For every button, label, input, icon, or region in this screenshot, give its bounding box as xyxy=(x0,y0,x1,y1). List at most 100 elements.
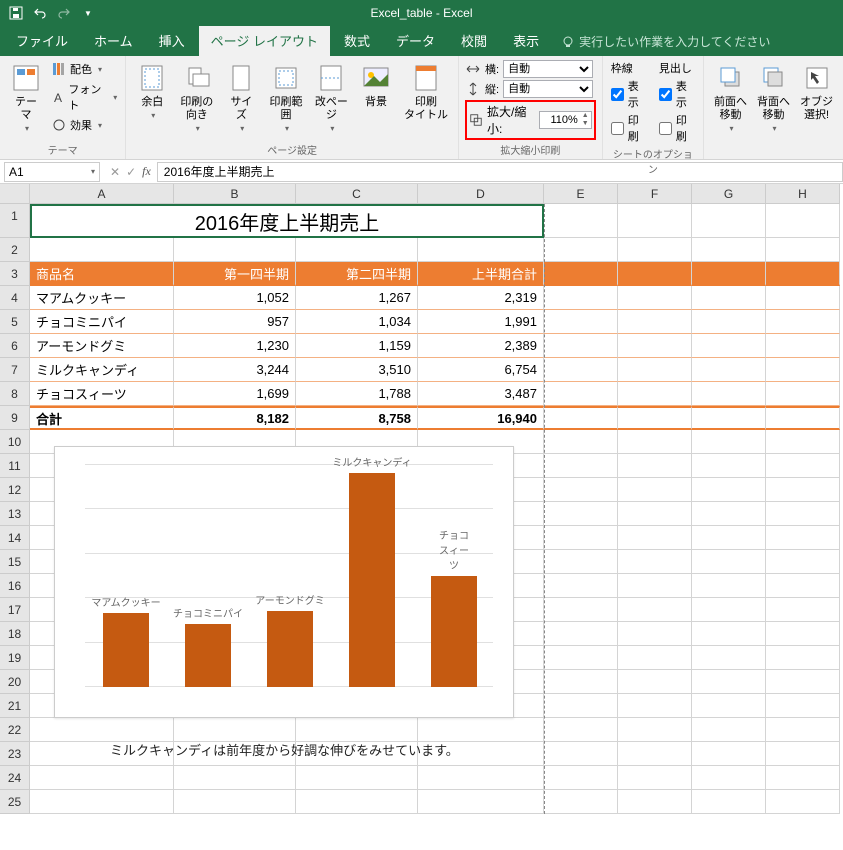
embedded-chart[interactable]: マアムクッキーチョコミニパイアーモンドグミミルクキャンディチョコスィーツ xyxy=(54,446,514,718)
cell[interactable] xyxy=(692,646,766,670)
row-header[interactable]: 15 xyxy=(0,550,30,574)
cell[interactable]: 2,319 xyxy=(418,286,544,310)
cell[interactable] xyxy=(692,286,766,310)
cell[interactable] xyxy=(766,694,840,718)
cell[interactable] xyxy=(618,454,692,478)
cell[interactable] xyxy=(766,574,840,598)
cell[interactable] xyxy=(618,526,692,550)
qat-dropdown-icon[interactable]: ▼ xyxy=(80,5,96,21)
cell[interactable] xyxy=(618,382,692,406)
cell[interactable] xyxy=(692,718,766,742)
row-header[interactable]: 13 xyxy=(0,502,30,526)
cell[interactable] xyxy=(174,766,296,790)
tab-home[interactable]: ホーム xyxy=(82,25,145,56)
cell[interactable] xyxy=(544,286,618,310)
column-header[interactable]: E xyxy=(544,184,618,204)
row-header[interactable]: 1 xyxy=(0,204,30,238)
tab-view[interactable]: 表示 xyxy=(501,25,551,56)
cell[interactable] xyxy=(30,238,174,262)
headings-view-checkbox[interactable]: 表示 xyxy=(659,78,695,110)
cell[interactable] xyxy=(692,406,766,430)
row-header[interactable]: 2 xyxy=(0,238,30,262)
cell[interactable] xyxy=(544,358,618,382)
cell[interactable] xyxy=(618,718,692,742)
cell[interactable]: 957 xyxy=(174,310,296,334)
cell[interactable] xyxy=(766,454,840,478)
cell[interactable] xyxy=(692,502,766,526)
cell[interactable] xyxy=(766,790,840,814)
cell[interactable]: 上半期合計 xyxy=(418,262,544,286)
enter-icon[interactable]: ✓ xyxy=(126,165,136,179)
cell[interactable] xyxy=(692,766,766,790)
column-header[interactable]: A xyxy=(30,184,174,204)
cell[interactable] xyxy=(544,262,618,286)
cell[interactable] xyxy=(296,238,418,262)
cell[interactable]: 6,754 xyxy=(418,358,544,382)
tab-insert[interactable]: 挿入 xyxy=(147,25,197,56)
cell[interactable] xyxy=(544,382,618,406)
cell[interactable] xyxy=(766,204,840,238)
row-header[interactable]: 11 xyxy=(0,454,30,478)
cell[interactable]: 第二四半期 xyxy=(296,262,418,286)
cell[interactable] xyxy=(296,766,418,790)
cell[interactable] xyxy=(618,406,692,430)
cell[interactable] xyxy=(418,718,544,742)
cell[interactable]: 1,788 xyxy=(296,382,418,406)
cell[interactable] xyxy=(618,646,692,670)
cell[interactable] xyxy=(692,790,766,814)
row-header[interactable]: 18 xyxy=(0,622,30,646)
formula-input[interactable]: 2016年度上半期売上 xyxy=(157,162,843,182)
cell[interactable] xyxy=(766,622,840,646)
cell[interactable] xyxy=(418,238,544,262)
themes-button[interactable]: テーマ▾ xyxy=(6,60,46,137)
cell[interactable] xyxy=(692,742,766,766)
cell[interactable] xyxy=(692,694,766,718)
cell[interactable] xyxy=(544,574,618,598)
cell[interactable] xyxy=(544,502,618,526)
tab-file[interactable]: ファイル xyxy=(4,25,80,56)
cell[interactable]: 16,940 xyxy=(418,406,544,430)
cell[interactable] xyxy=(544,406,618,430)
cell[interactable]: チョコスィーツ xyxy=(30,382,174,406)
cell[interactable]: チョコミニパイ xyxy=(30,310,174,334)
bring-forward-button[interactable]: 前面へ 移動▾ xyxy=(710,60,751,159)
row-header[interactable]: 8 xyxy=(0,382,30,406)
cell[interactable] xyxy=(174,790,296,814)
cell[interactable] xyxy=(544,478,618,502)
cell[interactable] xyxy=(544,766,618,790)
column-header[interactable]: F xyxy=(618,184,692,204)
cell[interactable] xyxy=(692,310,766,334)
cell[interactable]: 8,182 xyxy=(174,406,296,430)
cell[interactable] xyxy=(418,766,544,790)
fonts-button[interactable]: Aフォント▾ xyxy=(50,80,119,114)
title-cell[interactable]: 2016年度上半期売上 xyxy=(30,204,544,238)
row-header[interactable]: 9 xyxy=(0,406,30,430)
cell[interactable]: 1,159 xyxy=(296,334,418,358)
cell[interactable] xyxy=(618,204,692,238)
cell[interactable]: 1,267 xyxy=(296,286,418,310)
cell[interactable] xyxy=(766,526,840,550)
cell[interactable] xyxy=(618,262,692,286)
cell[interactable] xyxy=(618,478,692,502)
cell[interactable] xyxy=(766,550,840,574)
row-header[interactable]: 17 xyxy=(0,598,30,622)
cell[interactable]: 1,699 xyxy=(174,382,296,406)
cell[interactable] xyxy=(692,430,766,454)
cell[interactable] xyxy=(618,286,692,310)
cell[interactable]: 第一四半期 xyxy=(174,262,296,286)
tab-formulas[interactable]: 数式 xyxy=(332,25,382,56)
cell[interactable] xyxy=(618,622,692,646)
cell[interactable] xyxy=(692,454,766,478)
cell[interactable] xyxy=(544,694,618,718)
tab-page-layout[interactable]: ページ レイアウト xyxy=(199,25,330,56)
cell[interactable] xyxy=(618,238,692,262)
size-button[interactable]: サイズ▾ xyxy=(221,60,261,137)
cell[interactable] xyxy=(544,670,618,694)
cell[interactable]: マアムクッキー xyxy=(30,286,174,310)
cell[interactable] xyxy=(296,718,418,742)
cell[interactable] xyxy=(766,502,840,526)
cell[interactable] xyxy=(766,742,840,766)
row-header[interactable]: 23 xyxy=(0,742,30,766)
row-header[interactable]: 25 xyxy=(0,790,30,814)
cell[interactable] xyxy=(692,550,766,574)
